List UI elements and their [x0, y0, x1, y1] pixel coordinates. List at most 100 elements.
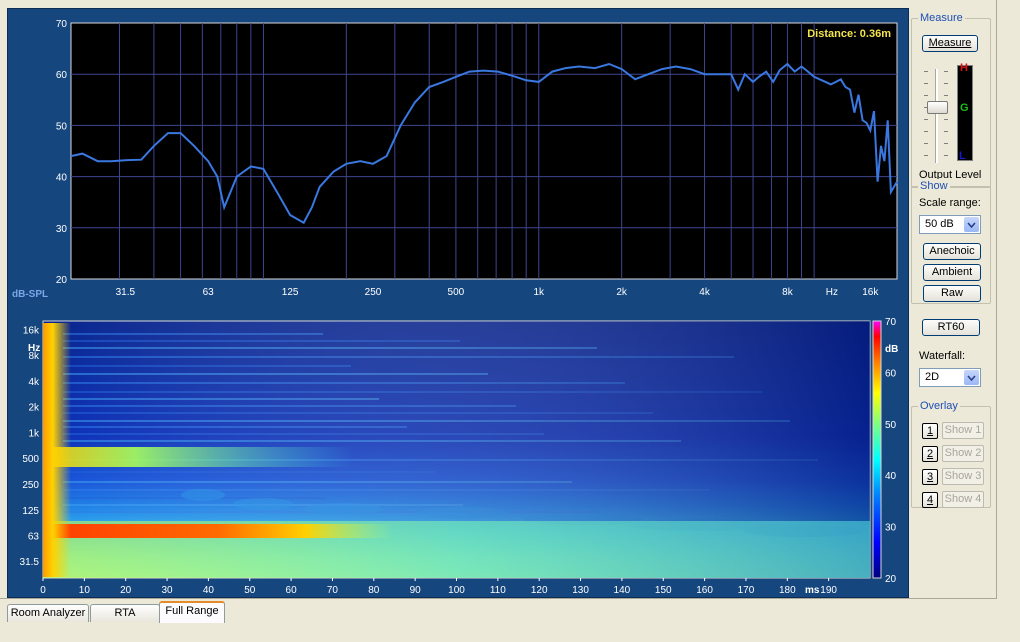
colorbar-tick-label: 50 — [885, 420, 897, 431]
overlay-show-4-button[interactable]: Show 4 — [942, 491, 984, 508]
tab-room-analyzer[interactable]: Room Analyzer — [7, 604, 89, 622]
controls-panel: Measure Measure H G L Output Level Show … — [911, 8, 991, 598]
x-tick-label: 150 — [655, 585, 672, 596]
colorbar-tick-label: 60 — [885, 368, 897, 379]
slider-tick-marks — [924, 71, 928, 161]
waterfall-select[interactable]: 2D — [919, 368, 981, 387]
colorbar-tick-label: 20 — [885, 574, 897, 585]
spectrogram-chart: 0 10 20 30 40 50 60 70 80 90 100 110 120 130 140 150 160… — [20, 317, 899, 596]
x-tick-label: 110 — [490, 585, 506, 596]
x-tick-label: 140 — [614, 585, 631, 596]
y-tick-label: 63 — [28, 531, 40, 542]
x-tick-label: 180 — [779, 585, 796, 596]
y-tick-label: 16k — [23, 325, 40, 336]
measure-group: Measure Measure H G L Output Level — [911, 11, 991, 188]
overlay-show-2-button[interactable]: Show 2 — [942, 445, 984, 462]
overlay-2-number[interactable]: 2 — [922, 446, 938, 462]
colorbar-tick-label: 40 — [885, 471, 897, 482]
meter-l-label: L — [959, 150, 966, 162]
x-tick-label: 90 — [410, 585, 422, 596]
time-unit-label: ms — [805, 585, 820, 596]
x-tick-label: 31.5 — [116, 287, 136, 298]
overlay-show-1-button[interactable]: Show 1 — [942, 422, 984, 439]
x-tick-label: 190 — [820, 585, 837, 596]
y-tick-label: 20 — [56, 275, 68, 286]
y-tick-label: 60 — [56, 70, 68, 81]
x-tick-label: 170 — [738, 585, 755, 596]
meter-g-label: G — [960, 102, 969, 114]
x-tick-label: 250 — [365, 287, 382, 298]
x-tick-label: 125 — [282, 287, 299, 298]
slider-thumb[interactable] — [927, 101, 948, 114]
freq-unit-label: Hz — [28, 343, 40, 354]
output-level-slider[interactable] — [922, 67, 950, 165]
overlay-group: Overlay 1 Show 1 2 Show 2 3 Show 3 4 Sho… — [911, 399, 991, 508]
show-group-title: Show — [918, 179, 950, 193]
x-tick-label: 2k — [616, 287, 628, 298]
y-tick-label: 250 — [22, 480, 39, 491]
overlay-group-title: Overlay — [918, 399, 960, 413]
raw-button[interactable]: Raw — [923, 285, 981, 302]
x-tick-label: Hz — [826, 287, 838, 298]
colorbar-unit-label: dB — [885, 344, 898, 355]
scale-range-select[interactable]: 50 dB — [919, 215, 981, 234]
y-tick-label: 70 — [56, 19, 68, 30]
plots-frame: 70 60 50 40 30 20 31.5 63 125 250 500 1k 2k 4k 8k Hz 16… — [7, 8, 909, 598]
x-tick-label: 30 — [161, 585, 173, 596]
scale-range-value: 50 dB — [925, 218, 954, 230]
x-tick-label: 40 — [203, 585, 215, 596]
x-tick-label: 4k — [699, 287, 711, 298]
tab-full-range[interactable]: Full Range — [159, 601, 225, 623]
low-frequency-ringing — [43, 524, 393, 538]
colorbar-tick-label: 30 — [885, 523, 897, 534]
x-tick-label: 160 — [696, 585, 713, 596]
y-tick-label: 30 — [56, 224, 68, 235]
slider-tick-marks — [944, 71, 948, 161]
y-tick-label: 31.5 — [20, 557, 40, 568]
measure-group-title: Measure — [918, 11, 965, 25]
anechoic-button[interactable]: Anechoic — [923, 243, 981, 260]
x-tick-label: 10 — [79, 585, 91, 596]
y-tick-label: 50 — [56, 121, 68, 132]
x-tick-label: 0 — [40, 585, 46, 596]
distance-label: Distance: 0.36m — [807, 28, 891, 40]
overlay-1-number[interactable]: 1 — [922, 423, 938, 439]
x-tick-label: 60 — [286, 585, 298, 596]
overlay-show-3-button[interactable]: Show 3 — [942, 468, 984, 485]
chevron-down-icon[interactable] — [964, 370, 979, 385]
waterfall-value: 2D — [925, 371, 940, 383]
level-meter: H G L — [957, 62, 973, 162]
colorbar-tick-label: 70 — [885, 317, 897, 328]
rt60-button[interactable]: RT60 — [922, 319, 980, 336]
overlay-4-number[interactable]: 4 — [922, 492, 938, 508]
x-tick-label: 1k — [534, 287, 546, 298]
x-tick-label: 500 — [448, 287, 465, 298]
initial-impulse-band — [43, 323, 71, 577]
measure-button[interactable]: Measure — [922, 35, 978, 52]
x-tick-label: 120 — [531, 585, 548, 596]
colorbar — [872, 320, 882, 579]
chevron-down-icon[interactable] — [964, 217, 979, 232]
x-tick-label: 20 — [120, 585, 132, 596]
x-tick-label: 8k — [782, 287, 794, 298]
x-tick-label: 100 — [448, 585, 465, 596]
meter-h-label: H — [960, 62, 968, 74]
waterfall-label: Waterfall: — [919, 350, 966, 362]
overlay-3-number[interactable]: 3 — [922, 469, 938, 485]
scale-range-label: Scale range: — [919, 197, 981, 209]
x-tick-label: 130 — [572, 585, 589, 596]
y-tick-label: 2k — [28, 403, 40, 414]
x-tick-label: 70 — [327, 585, 339, 596]
x-tick-label: 16k — [862, 287, 879, 298]
x-tick-label: 50 — [244, 585, 256, 596]
tab-bar: Room Analyzer RTA Full Range — [0, 598, 1020, 642]
ambient-button[interactable]: Ambient — [923, 264, 981, 281]
show-group: Show Scale range: 50 dB Anechoic Ambient… — [911, 179, 991, 304]
y-unit-label: dB-SPL — [12, 289, 48, 299]
x-tick-label: 63 — [203, 287, 215, 298]
x-tick-label: 80 — [368, 585, 380, 596]
tab-rta[interactable]: RTA — [90, 604, 160, 622]
frequency-response-chart: 70 60 50 40 30 20 31.5 63 125 250 500 1k 2k 4k 8k Hz 16… — [12, 19, 898, 299]
y-tick-label: 1k — [28, 428, 40, 439]
y-tick-label: 4k — [28, 377, 40, 388]
